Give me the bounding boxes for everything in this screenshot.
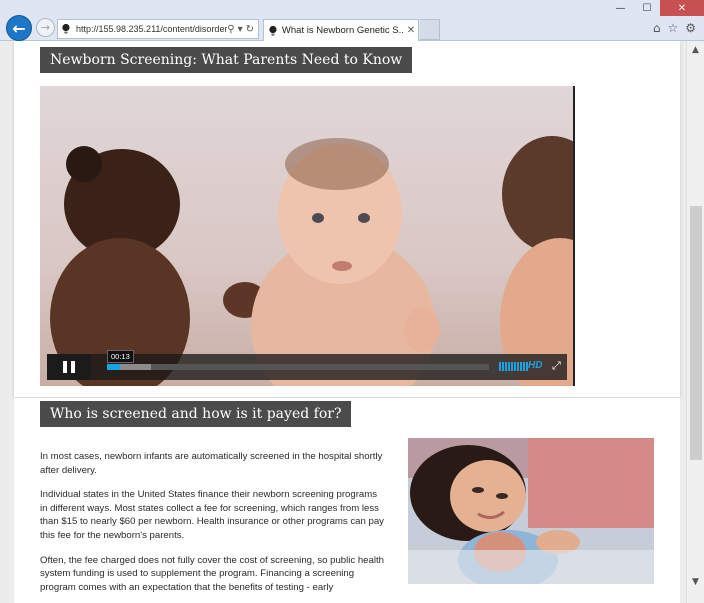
forward-arrow-icon[interactable]: → — [36, 18, 55, 37]
minimize-icon[interactable]: — — [607, 0, 634, 16]
scroll-thumb[interactable] — [690, 206, 702, 460]
tab-title: What is Newborn Genetic S... — [281, 25, 404, 36]
vertical-scrollbar[interactable]: ▲ ▼ — [686, 41, 704, 603]
article-body: In most cases, newborn infants are autom… — [40, 450, 385, 603]
video-frame-babies — [40, 86, 575, 386]
settings-gear-icon[interactable]: ⚙ — [685, 21, 696, 35]
volume-icon[interactable] — [499, 362, 528, 371]
paragraph: Often, the fee charged does not fully co… — [40, 554, 384, 593]
scroll-down-icon[interactable]: ▼ — [687, 577, 704, 589]
back-arrow-icon[interactable]: ← — [6, 15, 32, 41]
section-title-who-is-screened: Who is screened and how is it payed for? — [40, 401, 352, 427]
site-favicon-icon: ⧭ — [62, 23, 70, 34]
page-content: Newborn Screening: What Parents Need to … — [0, 41, 686, 603]
home-icon[interactable]: ⌂ — [653, 21, 661, 35]
address-url[interactable]: http://155.98.235.211/content/disorders/ — [76, 24, 227, 34]
section-title-newborn-screening: Newborn Screening: What Parents Need to … — [40, 47, 413, 73]
video-progress-bar[interactable] — [107, 364, 489, 370]
tab-favicon-icon: ⧭ — [269, 25, 277, 36]
favorites-star-icon[interactable]: ☆ — [667, 21, 678, 35]
window-controls: — ☐ ✕ — [607, 0, 704, 16]
played-bar — [107, 364, 121, 370]
refresh-icon[interactable]: ↻ — [246, 24, 254, 35]
search-icon[interactable]: ⚲ — [227, 24, 234, 35]
mother-and-newborn-photo — [408, 438, 654, 584]
screening-section: Who is screened and how is it payed for?… — [14, 397, 680, 603]
paragraph: In most cases, newborn infants are autom… — [40, 451, 383, 476]
video-player[interactable]: HD ⤢ 00:13 — [40, 86, 575, 386]
new-tab-button[interactable] — [420, 19, 440, 40]
dropdown-chevron-icon[interactable]: ▾ — [238, 24, 243, 35]
maximize-icon[interactable]: ☐ — [634, 0, 660, 16]
address-bar[interactable]: ⧭ http://155.98.235.211/content/disorder… — [57, 19, 259, 39]
paragraph: Individual states in the United States f… — [40, 489, 384, 541]
video-section: Newborn Screening: What Parents Need to … — [14, 41, 680, 397]
pause-icon — [63, 361, 67, 373]
current-time-tooltip: 00:13 — [107, 350, 134, 363]
scroll-up-icon[interactable]: ▲ — [687, 45, 704, 57]
browser-tab-active[interactable]: ⧭ What is Newborn Genetic S... ✕ — [263, 19, 419, 41]
hd-toggle-button[interactable]: HD — [528, 360, 542, 371]
pause-button[interactable] — [47, 354, 91, 380]
tab-close-icon[interactable]: ✕ — [404, 25, 418, 36]
browser-chrome: — ☐ ✕ ← → ⧭ http://155.98.235.211/conten… — [0, 0, 704, 41]
close-window-icon[interactable]: ✕ — [660, 0, 704, 16]
toolbar-icons: ⌂ ☆ ⚙ — [653, 21, 696, 35]
fullscreen-icon[interactable]: ⤢ — [552, 359, 561, 373]
